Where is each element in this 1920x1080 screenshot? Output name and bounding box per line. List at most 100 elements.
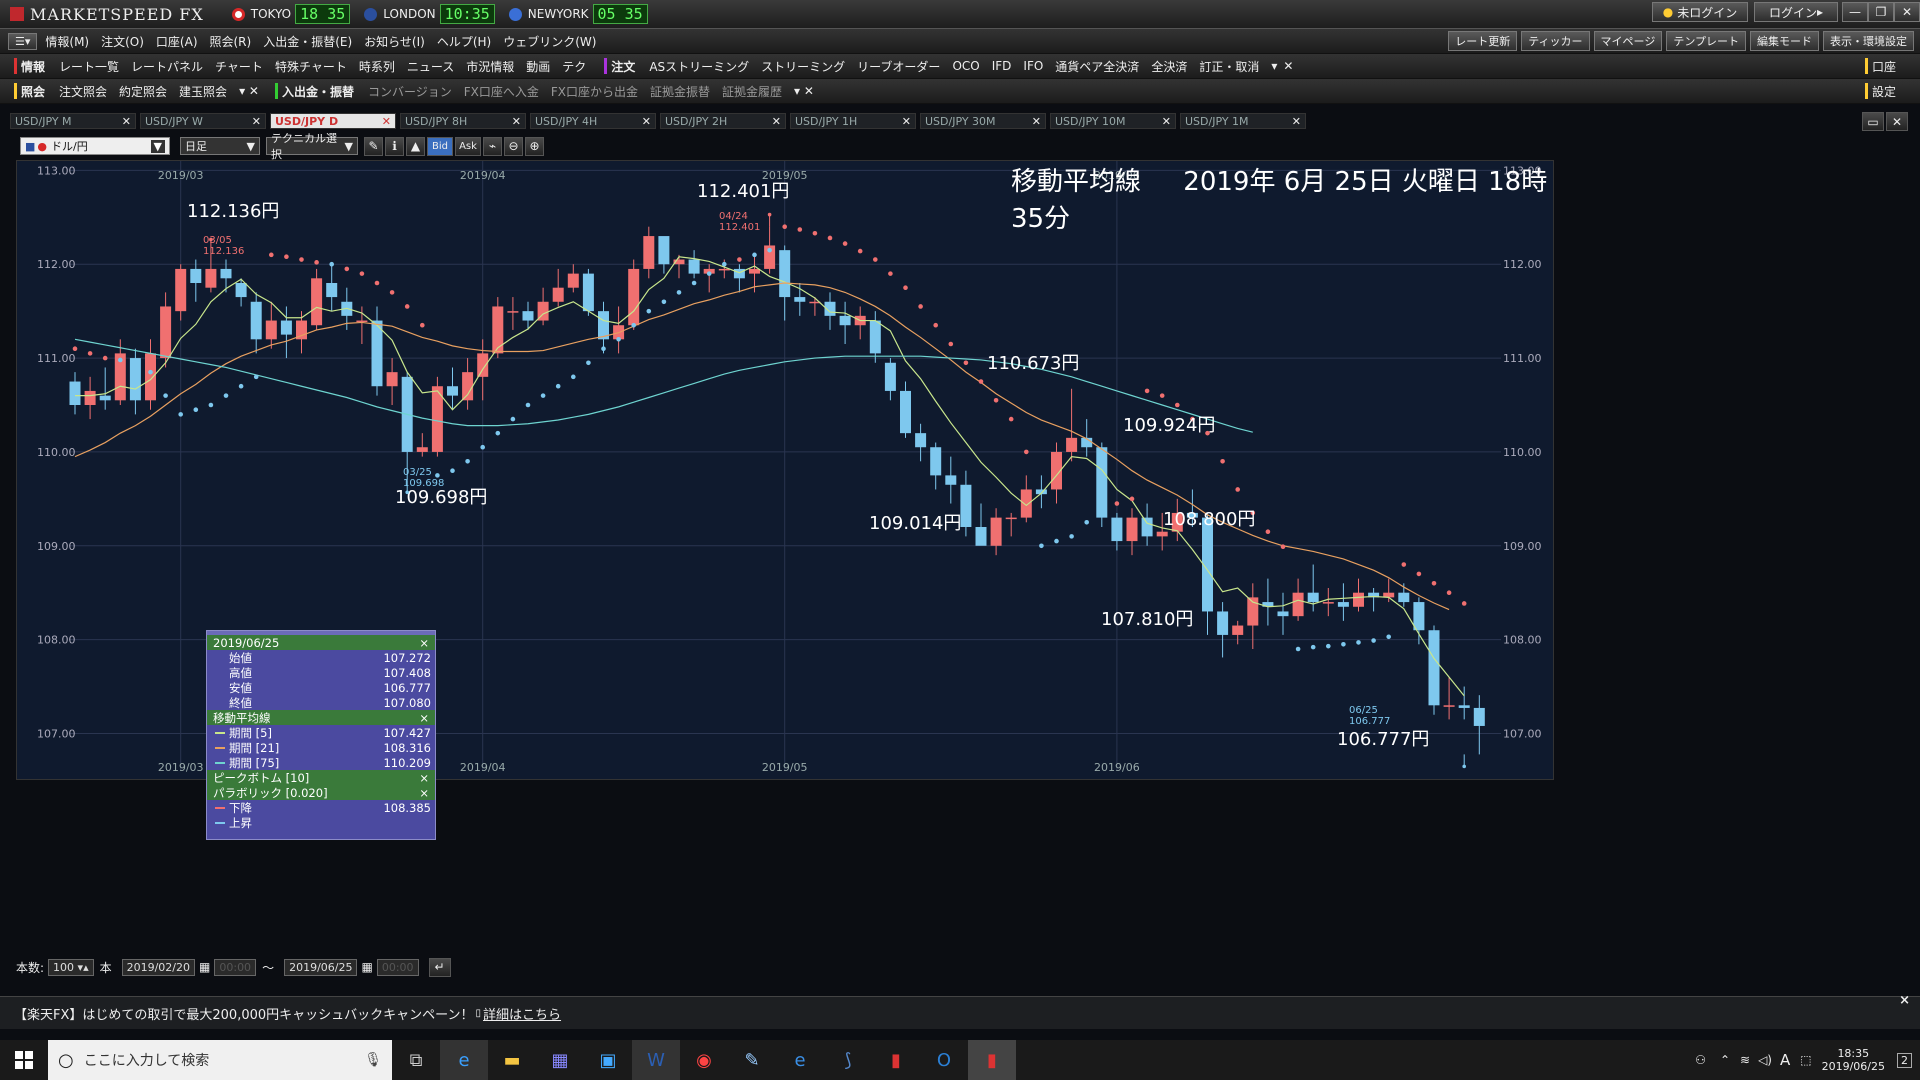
tab-usd-jpy-1h[interactable]: USD/JPY 1H ✕ (790, 113, 916, 129)
draw-tool-icon[interactable]: ✎ (364, 136, 383, 156)
taskbar-search[interactable]: ○ ここに入力して検索 🎙 (48, 1040, 392, 1080)
account-button[interactable]: 口座 (1872, 58, 1896, 75)
menu-item[interactable]: 情報(M) (45, 33, 89, 50)
close-icon[interactable]: × (419, 771, 429, 785)
task-view-icon[interactable]: ⧉ (392, 1040, 440, 1080)
internet-explorer-icon[interactable]: e (440, 1040, 488, 1080)
transfer-toolbar-item[interactable]: 証拠金履歴 (722, 83, 782, 100)
microphone-icon[interactable]: 🎙 (364, 1052, 382, 1068)
indicator-icon[interactable]: ⌁ (483, 136, 502, 156)
order-toolbar-item[interactable]: IFD (992, 59, 1012, 73)
menu-item[interactable]: ヘルプ(H) (437, 33, 491, 50)
order-toolbar-item[interactable]: リーブオーダー (857, 58, 940, 75)
menu-item[interactable]: 口座(A) (156, 33, 198, 50)
tab-close-icon[interactable]: ✕ (1292, 115, 1301, 128)
zoom-out-icon[interactable]: ⊖ (504, 136, 523, 156)
info-toolbar-item[interactable]: チャート (215, 58, 263, 75)
menu-right-item[interactable]: レート更新 (1448, 31, 1518, 51)
close-icon[interactable]: × (419, 636, 429, 650)
menu-right-item[interactable]: 編集モード (1750, 31, 1819, 51)
info-toolbar-item[interactable]: ニュース (407, 58, 454, 75)
menu-right-item[interactable]: マイページ (1593, 31, 1663, 51)
inquiry-toolbar-item[interactable]: 約定照会 (119, 83, 167, 100)
zoom-in-icon[interactable]: ⊕ (525, 136, 544, 156)
close-icon[interactable]: ✕ (1283, 59, 1293, 73)
maximize-button[interactable]: ❐ (1868, 2, 1894, 22)
paint-app-icon[interactable]: ✎ (728, 1040, 776, 1080)
from-time-input[interactable]: 00:00 (214, 958, 257, 976)
transfer-toolbar-item[interactable]: FX口座から出金 (551, 83, 638, 100)
tab-close-icon[interactable]: ✕ (252, 115, 261, 128)
inquiry-toolbar-item[interactable]: 注文照会 (59, 83, 107, 100)
info-toolbar-item[interactable]: レート一覧 (59, 58, 119, 75)
to-time-input[interactable]: 00:00 (376, 958, 419, 976)
dropdown-arrow-icon[interactable]: ▾ ✕ (239, 84, 259, 98)
tab-usd-jpy-2h[interactable]: USD/JPY 2H ✕ (660, 113, 786, 129)
close-chart-icon[interactable]: ✕ (1886, 112, 1908, 131)
tab-usd-jpy-30m[interactable]: USD/JPY 30M ✕ (920, 113, 1046, 129)
settings-button[interactable]: 設定 (1872, 83, 1896, 100)
network-icon[interactable]: ≋ (1740, 1053, 1750, 1067)
tab-usd-jpy-8h[interactable]: USD/JPY 8H ✕ (400, 113, 526, 129)
tab-close-icon[interactable]: ✕ (1162, 115, 1171, 128)
feather-app-icon[interactable]: ⟆ (824, 1040, 872, 1080)
info-toolbar-item[interactable]: 動画 (526, 58, 550, 75)
dropdown-arrow-icon[interactable]: ▾ ✕ (794, 84, 814, 98)
calculator-app-icon[interactable]: ▦ (536, 1040, 584, 1080)
close-window-button[interactable]: ✕ (1894, 2, 1920, 22)
close-icon[interactable]: × (419, 786, 429, 800)
calendar-icon[interactable]: ▦ (361, 960, 372, 974)
tab-close-icon[interactable]: ✕ (642, 115, 651, 128)
banner-link[interactable]: 詳細はこちら (483, 1004, 561, 1023)
minimize-button[interactable]: — (1842, 2, 1868, 22)
bid-button[interactable]: Bid (427, 136, 453, 156)
from-date-input[interactable]: 2019/02/20 (121, 958, 196, 976)
file-explorer-icon[interactable]: ▬ (488, 1040, 536, 1080)
marketspeed-fx-icon[interactable]: ▮ (968, 1040, 1016, 1080)
info-toolbar-item[interactable]: 市況情報 (466, 58, 514, 75)
tab-usd-jpy-d[interactable]: USD/JPY D ✕ (270, 113, 396, 129)
calendar-icon[interactable]: ▦ (199, 960, 210, 974)
menu-item[interactable]: 入出金・振替(E) (263, 33, 352, 50)
transfer-toolbar-item[interactable]: 証拠金振替 (650, 83, 710, 100)
tab-usd-jpy-1m[interactable]: USD/JPY 1M ✕ (1180, 113, 1306, 129)
info-icon[interactable]: ℹ (385, 136, 404, 156)
info-toolbar-item[interactable]: 時系列 (359, 58, 395, 75)
volume-icon[interactable]: ◁) (1758, 1053, 1772, 1067)
order-toolbar-item[interactable]: ストリーミング (761, 58, 845, 75)
people-icon[interactable]: ⚇ (1695, 1053, 1706, 1067)
count-input[interactable]: 100 ▾▴ (48, 958, 94, 976)
data-window[interactable]: 2019/06/25 × 始値 107.272 高値 107.408 安値 106.777 終… (206, 630, 436, 840)
period-select[interactable]: 日足 ▼ (180, 137, 260, 155)
order-toolbar-item[interactable]: IFO (1023, 59, 1043, 73)
tab-usd-jpy-w[interactable]: USD/JPY W ✕ (140, 113, 266, 129)
inquiry-toolbar-item[interactable]: 建玉照会 (179, 83, 227, 100)
chrome-icon[interactable]: ◉ (680, 1040, 728, 1080)
order-toolbar-item[interactable]: 通貨ペア全決済 (1055, 58, 1139, 75)
dropdown-arrow-icon[interactable]: ▾ (1271, 59, 1277, 73)
order-toolbar-item[interactable]: OCO (952, 59, 979, 73)
tab-close-icon[interactable]: ✕ (382, 115, 391, 128)
to-date-input[interactable]: 2019/06/25 (284, 958, 358, 976)
window-app-icon[interactable]: ▣ (584, 1040, 632, 1080)
tab-close-icon[interactable]: ✕ (512, 115, 521, 128)
tab-usd-jpy-4h[interactable]: USD/JPY 4H ✕ (530, 113, 656, 129)
info-toolbar-item[interactable]: テク (562, 58, 586, 75)
technical-select[interactable]: テクニカル選択 ▼ (266, 132, 358, 161)
refresh-icon[interactable]: ↵ (428, 957, 451, 977)
ask-button[interactable]: Ask (455, 136, 481, 156)
windows-start-icon[interactable] (0, 1040, 48, 1080)
tab-usd-jpy-10m[interactable]: USD/JPY 10M ✕ (1050, 113, 1176, 129)
tab-close-icon[interactable]: ✕ (122, 115, 131, 128)
close-icon[interactable]: × (419, 711, 429, 725)
menu-right-item[interactable]: テンプレート (1666, 31, 1746, 51)
window-restore-icon[interactable]: ▭ (1862, 112, 1884, 131)
info-toolbar-item[interactable]: 特殊チャート (275, 58, 347, 75)
area-chart-icon[interactable]: ▲ (406, 136, 425, 156)
clock[interactable]: 18:35 2019/06/25 (1822, 1047, 1885, 1073)
menu-right-item[interactable]: ティッカー (1521, 31, 1590, 51)
chevron-up-icon[interactable]: ⌃ (1720, 1053, 1730, 1067)
tab-close-icon[interactable]: ✕ (1032, 115, 1041, 128)
tab-close-icon[interactable]: ✕ (772, 115, 781, 128)
menu-item[interactable]: ウェブリンク(W) (503, 33, 596, 50)
